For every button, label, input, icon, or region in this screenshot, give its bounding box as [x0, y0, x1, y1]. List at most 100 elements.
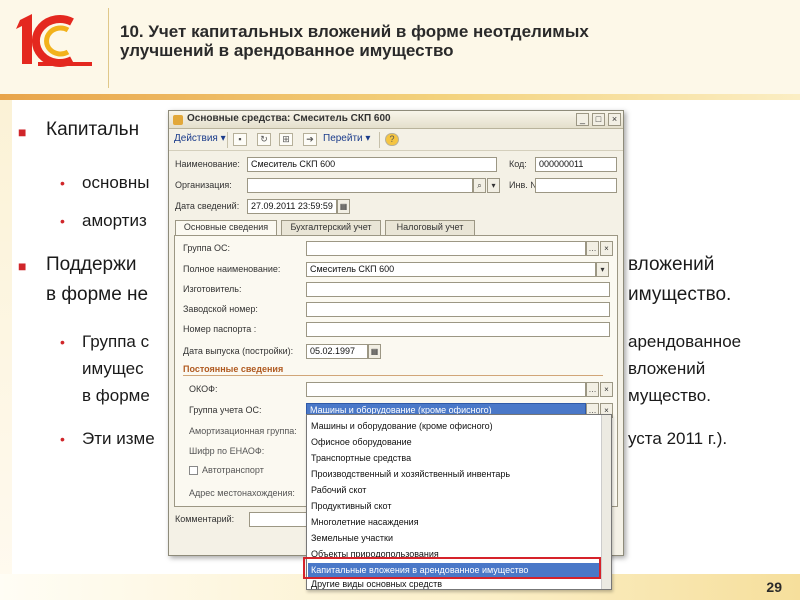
date-field[interactable]: 27.09.2011 23:59:59	[247, 199, 337, 214]
slide-title: 10. Учет капитальных вложений в форме не…	[120, 22, 589, 60]
close-button[interactable]: ×	[608, 113, 621, 126]
dropdown-option[interactable]: Рабочий скот	[311, 483, 366, 498]
window-titlebar[interactable]: Основные средства: Смеситель СКП 600 _ □…	[169, 111, 623, 129]
app-icon	[173, 115, 183, 125]
passport-field[interactable]	[306, 322, 610, 337]
chevron-down-icon[interactable]: ▾	[596, 262, 609, 277]
bullet-2-1-cont2-right: мущество.	[628, 386, 711, 405]
dropdown-option[interactable]: Офисное оборудование	[311, 435, 412, 450]
dropdown-icon[interactable]: ▾	[487, 178, 500, 193]
date-label: Дата сведений:	[175, 201, 240, 211]
release-date-label: Дата выпуска (постройки):	[183, 346, 294, 356]
passport-label: Номер паспорта :	[183, 324, 257, 334]
goto-icon[interactable]: ➔	[303, 133, 317, 146]
fixed-asset-window: Основные средства: Смеситель СКП 600 _ □…	[168, 110, 624, 590]
refresh-icon[interactable]: ↻	[257, 133, 271, 146]
calendar-icon[interactable]: ▦	[337, 199, 350, 214]
okof-label: ОКОФ:	[189, 384, 218, 394]
code-field[interactable]: 000000011	[535, 157, 617, 172]
page-number: 29	[766, 579, 782, 595]
minimize-button[interactable]: _	[576, 113, 589, 126]
toolbar: Действия ▾ ▪ ↻ ⊞ ➔ Перейти ▾ ?	[169, 129, 623, 151]
header-divider	[0, 94, 800, 100]
bullet-1: Капитальн	[46, 119, 140, 140]
address-label: Адрес местонахождения:	[189, 488, 295, 498]
bullet-2: Поддержи	[46, 254, 137, 275]
bullet-2-cont-right: имущество.	[628, 284, 732, 305]
organization-label: Организация:	[175, 180, 232, 190]
bullet-marker: •	[60, 213, 65, 229]
comment-field[interactable]	[249, 512, 309, 527]
name-field[interactable]: Смеситель СКП 600	[247, 157, 497, 172]
manufacturer-label: Изготовитель:	[183, 284, 242, 294]
dropdown-option[interactable]: Другие виды основных средств	[311, 579, 442, 589]
dropdown-option[interactable]: Производственный и хозяйственный инвента…	[311, 467, 510, 482]
bullet-2-1: Группа с	[82, 332, 150, 351]
vehicle-checkbox[interactable]	[189, 466, 198, 475]
tab-main-info[interactable]: Основные сведения	[175, 220, 277, 236]
logo-separator	[108, 8, 109, 88]
toolbar-separator	[379, 132, 380, 148]
section-divider	[183, 375, 603, 376]
fullname-field[interactable]: Смеситель СКП 600	[306, 262, 596, 277]
organization-field[interactable]	[247, 178, 473, 193]
clear-icon[interactable]: ×	[600, 241, 613, 256]
bullet-2-2-right: уста 2011 г.).	[628, 429, 728, 448]
dropdown-option[interactable]: Продуктивный скот	[311, 499, 391, 514]
dropdown-option[interactable]: Многолетние насаждения	[311, 515, 419, 530]
toolbar-separator	[227, 132, 228, 148]
bullet-1-1: основны	[82, 173, 150, 192]
amortization-group-label: Амортизационная группа:	[189, 426, 297, 436]
bullet-marker: ■	[18, 124, 27, 140]
inventory-field[interactable]	[535, 178, 617, 193]
bullet-marker: ■	[18, 258, 27, 274]
bullet-marker: •	[60, 431, 65, 447]
asset-group-label: Группа учета ОС:	[189, 405, 262, 415]
search-icon[interactable]: ⌕	[473, 178, 486, 193]
dropdown-option[interactable]: Земельные участки	[311, 531, 393, 546]
window-title: Основные средства: Смеситель СКП 600	[187, 113, 391, 124]
bullet-marker: •	[60, 334, 65, 350]
bullet-2-1-cont-right: вложений	[628, 359, 706, 378]
structure-icon[interactable]: ⊞	[279, 133, 293, 146]
tab-accounting[interactable]: Бухгалтерский учет	[281, 220, 381, 235]
name-label: Наименование:	[175, 159, 240, 169]
maximize-button[interactable]: □	[592, 113, 605, 126]
fullname-label: Полное наименование:	[183, 264, 281, 274]
dropdown-scrollbar[interactable]	[601, 415, 611, 589]
permanent-section-title: Постоянные сведения	[183, 364, 284, 374]
code-label: Код:	[509, 159, 527, 169]
left-decor-strip	[0, 100, 12, 600]
manufacturer-field[interactable]	[306, 282, 610, 297]
bullet-1-2: амортиз	[82, 211, 147, 230]
vehicle-label: Автотранспорт	[202, 465, 264, 475]
enaof-label: Шифр по ЕНАОФ:	[189, 446, 265, 456]
comment-label: Комментарий:	[175, 514, 235, 524]
tab-tax[interactable]: Налоговый учет	[385, 220, 475, 235]
group-field[interactable]	[306, 241, 586, 256]
bullet-2-right: вложений	[628, 254, 715, 275]
okof-field[interactable]	[306, 382, 586, 397]
bullet-2-2: Эти изме	[82, 429, 155, 448]
bullet-marker: •	[60, 175, 65, 191]
clear-icon[interactable]: ×	[600, 382, 613, 397]
bullet-2-1-cont2: в форме	[82, 386, 150, 405]
actions-menu[interactable]: Действия ▾	[174, 133, 226, 144]
highlight-frame	[303, 557, 601, 579]
serial-label: Заводской номер:	[183, 304, 258, 314]
release-date-field[interactable]: 05.02.1997	[306, 344, 368, 359]
bullet-2-1-right: арендованное	[628, 332, 742, 351]
bullet-2-1-cont: имущес	[82, 359, 144, 378]
select-icon[interactable]: …	[586, 241, 599, 256]
group-label: Группа ОС:	[183, 243, 231, 253]
1c-logo-icon	[16, 14, 92, 67]
bullet-2-cont: в форме не	[46, 284, 149, 305]
save-icon[interactable]: ▪	[233, 133, 247, 146]
calendar-icon[interactable]: ▦	[368, 344, 381, 359]
goto-menu[interactable]: Перейти ▾	[323, 133, 370, 144]
dropdown-option[interactable]: Транспортные средства	[311, 451, 411, 466]
serial-field[interactable]	[306, 302, 610, 317]
dropdown-option[interactable]: Машины и оборудование (кроме офисного)	[311, 419, 493, 434]
select-icon[interactable]: …	[586, 382, 599, 397]
help-icon[interactable]: ?	[385, 133, 399, 146]
